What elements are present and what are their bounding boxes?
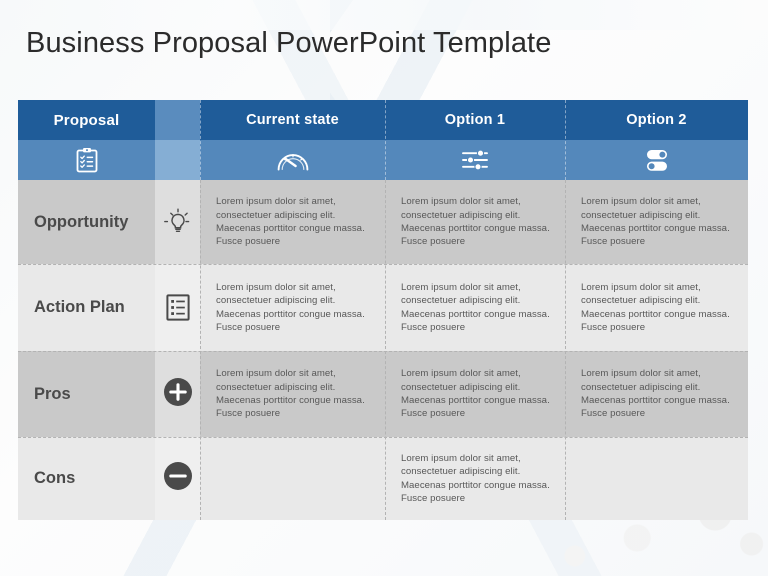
row-label-pros: Pros [18, 351, 155, 437]
checklist-document-icon [165, 293, 191, 322]
clipboard-checklist-icon [76, 147, 98, 173]
cell-text: Lorem ipsum dolor sit amet, consectetuer… [216, 196, 365, 248]
cell-action-plan-option-2: Lorem ipsum dolor sit amet, consectetuer… [565, 264, 748, 351]
row-icon-cell-pros [155, 351, 200, 437]
table-row: Cons Lorem ipsum dolor sit amet, consect… [18, 437, 748, 520]
row-label-opportunity: Opportunity [18, 180, 155, 264]
cell-pros-option-2: Lorem ipsum dolor sit amet, consectetuer… [565, 351, 748, 437]
row-icon-cell-action-plan [155, 264, 200, 351]
slide-title: Business Proposal PowerPoint Template [26, 27, 552, 59]
row-label-cons: Cons [18, 437, 155, 520]
gauge-icon [276, 148, 310, 172]
cell-cons-current-state [200, 437, 385, 520]
cell-action-plan-option-1: Lorem ipsum dolor sit amet, consectetuer… [385, 264, 565, 351]
header-cell-proposal[interactable]: Proposal [18, 100, 155, 140]
cell-text: Lorem ipsum dolor sit amet, consectetuer… [401, 368, 550, 420]
header-label-option-2: Option 2 [626, 112, 687, 128]
plus-circle-icon [163, 377, 193, 412]
toggle-switches-icon [642, 147, 672, 173]
header-icon-cell-proposal [18, 140, 155, 180]
cell-text: Lorem ipsum dolor sit amet, consectetuer… [216, 281, 365, 333]
row-icon-cell-opportunity [155, 180, 200, 264]
header-icon-cell-gutter [155, 140, 200, 180]
cell-text: Lorem ipsum dolor sit amet, consectetuer… [401, 452, 550, 504]
minus-circle-icon [163, 461, 193, 496]
header-icon-cell-option-2 [565, 140, 748, 180]
cell-text: Lorem ipsum dolor sit amet, consectetuer… [581, 281, 730, 333]
slide-canvas: Business Proposal PowerPoint Template Pr… [0, 0, 768, 576]
table-row: Opportunity Lorem ipsum dolor sit amet, … [18, 180, 748, 264]
header-icon-cell-option-1 [385, 140, 565, 180]
sliders-icon [461, 147, 489, 173]
cell-opportunity-current-state: Lorem ipsum dolor sit amet, consectetuer… [200, 180, 385, 264]
header-label-proposal: Proposal [53, 111, 120, 129]
comparison-table: Proposal Current state Option 1 Option 2 [18, 100, 748, 520]
cell-opportunity-option-2: Lorem ipsum dolor sit amet, consectetuer… [565, 180, 748, 264]
row-icon-cell-cons [155, 437, 200, 520]
cell-text: Lorem ipsum dolor sit amet, consectetuer… [216, 368, 365, 420]
row-label-action-plan: Action Plan [18, 264, 155, 351]
table-row: Pros Lorem ipsum dolor sit amet, consect… [18, 351, 748, 437]
header-column-divider [385, 100, 386, 180]
header-column-divider [565, 100, 566, 180]
cell-pros-current-state: Lorem ipsum dolor sit amet, consectetuer… [200, 351, 385, 437]
header-cell-option-2[interactable]: Option 2 [565, 100, 748, 140]
header-cell-current-state[interactable]: Current state [200, 100, 385, 140]
cell-pros-option-1: Lorem ipsum dolor sit amet, consectetuer… [385, 351, 565, 437]
header-column-divider [200, 100, 201, 180]
header-cell-option-1[interactable]: Option 1 [385, 100, 565, 140]
cell-cons-option-2 [565, 437, 748, 520]
table-header-title-row: Proposal Current state Option 1 Option 2 [18, 100, 748, 140]
header-cell-gutter [155, 100, 200, 140]
cell-text: Lorem ipsum dolor sit amet, consectetuer… [401, 281, 550, 333]
cell-text: Lorem ipsum dolor sit amet, consectetuer… [581, 368, 730, 420]
cell-text: Lorem ipsum dolor sit amet, consectetuer… [401, 196, 550, 248]
table-row: Action Plan Lorem ipsum dolor sit amet, [18, 264, 748, 351]
cell-action-plan-current-state: Lorem ipsum dolor sit amet, consectetuer… [200, 264, 385, 351]
cell-text: Lorem ipsum dolor sit amet, consectetuer… [581, 196, 730, 248]
header-label-current-state: Current state [246, 112, 339, 128]
cell-cons-option-1: Lorem ipsum dolor sit amet, consectetuer… [385, 437, 565, 520]
header-icon-cell-current-state [200, 140, 385, 180]
table-header-icon-row [18, 140, 748, 180]
lightbulb-icon [163, 207, 193, 237]
header-label-option-1: Option 1 [444, 112, 506, 128]
cell-opportunity-option-1: Lorem ipsum dolor sit amet, consectetuer… [385, 180, 565, 264]
